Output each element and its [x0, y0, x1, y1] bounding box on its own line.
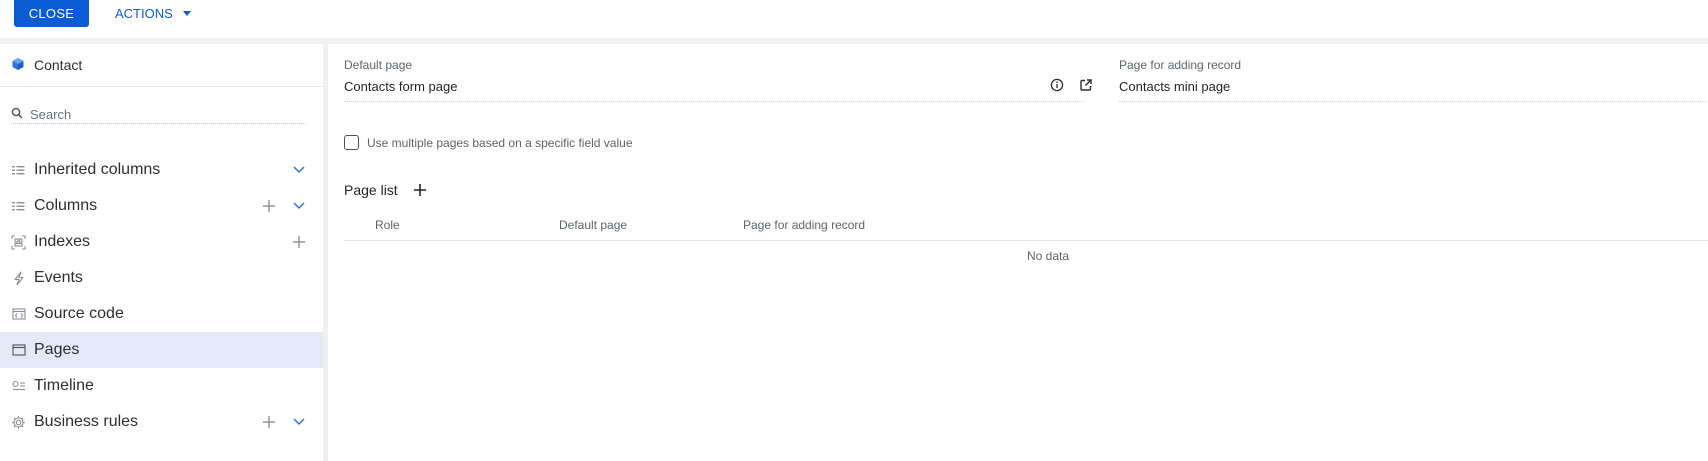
sidebar-item-pages[interactable]: Pages: [0, 332, 323, 368]
column-header-role[interactable]: Role: [375, 208, 400, 241]
index-icon: [11, 234, 26, 250]
default-page-field[interactable]: Default page Contacts form page: [344, 58, 1084, 102]
page-list-table-header: Role Default page Page for adding record: [344, 208, 1708, 241]
multiple-pages-label: Use multiple pages based on a specific f…: [367, 135, 633, 150]
caret-down-icon: [182, 11, 191, 16]
cube-icon: [11, 57, 25, 74]
lightning-icon: [11, 270, 26, 286]
adding-page-label: Page for adding record: [1119, 58, 1242, 72]
chevron-down-icon[interactable]: [291, 198, 307, 214]
sidebar-item-indexes[interactable]: Indexes: [0, 224, 323, 260]
close-button[interactable]: CLOSE: [14, 0, 89, 27]
sidebar-item-timeline[interactable]: Timeline: [0, 368, 323, 404]
open-link-icon[interactable]: [1078, 77, 1094, 93]
sidebar-item-label: Events: [34, 269, 83, 286]
sidebar-item-label: Timeline: [34, 377, 94, 394]
sidebar-item-label: Inherited columns: [34, 161, 161, 178]
sidebar-item-business-rules[interactable]: Business rules: [0, 404, 323, 440]
sidebar-item-label: Business rules: [34, 413, 139, 430]
list-icon: [11, 199, 26, 214]
sidebar-item-source-code[interactable]: Source code: [0, 296, 323, 332]
default-page-label: Default page: [344, 58, 413, 72]
gear-rules-icon: [11, 415, 26, 430]
search-icon: [11, 106, 23, 124]
empty-table-message: No data: [1026, 249, 1070, 263]
actions-button[interactable]: ACTIONS: [115, 0, 191, 27]
main-content: Default page Contacts form page Page for…: [328, 44, 1708, 461]
sidebar-item-events[interactable]: Events: [0, 260, 323, 296]
multiple-pages-checkbox[interactable]: [344, 135, 359, 150]
sidebar-item-label: Columns: [34, 197, 98, 214]
timeline-icon: [11, 379, 26, 394]
entity-header: Contact: [0, 44, 323, 87]
top-toolbar: CLOSE ACTIONS: [0, 0, 1708, 38]
page-list-title: Page list: [344, 182, 398, 198]
multiple-pages-option: Use multiple pages based on a specific f…: [344, 135, 633, 150]
adding-page-field[interactable]: Page for adding record Contacts mini pag…: [1119, 58, 1708, 102]
sidebar-item-label: Pages: [34, 341, 80, 358]
sidebar-item-label: Source code: [34, 305, 124, 322]
sidebar-item-label: Indexes: [34, 233, 91, 250]
plus-icon: [413, 184, 426, 196]
column-header-adding-page[interactable]: Page for adding record: [743, 208, 865, 241]
sidebar-item-inherited-columns[interactable]: Inherited columns: [0, 152, 323, 188]
code-icon: [11, 307, 26, 322]
plus-icon[interactable]: [261, 198, 277, 214]
chevron-down-icon[interactable]: [291, 414, 307, 430]
entity-name: Contact: [34, 57, 83, 73]
sidebar-item-columns[interactable]: Columns: [0, 188, 323, 224]
sidebar-nav: Inherited columns Columns Indexes Events…: [0, 152, 323, 440]
column-header-default-page[interactable]: Default page: [559, 208, 627, 241]
plus-icon[interactable]: [291, 234, 307, 250]
window-icon: [11, 343, 26, 358]
sidebar: Contact Inherited columns: [0, 44, 323, 461]
search-box: [11, 106, 306, 124]
page-list-header: Page list: [344, 182, 428, 198]
default-page-value: Contacts form page: [344, 78, 458, 94]
search-input[interactable]: [30, 106, 300, 123]
actions-button-label: ACTIONS: [115, 6, 173, 21]
chevron-down-icon[interactable]: [291, 162, 307, 178]
add-page-button[interactable]: [412, 182, 428, 198]
adding-page-value: Contacts mini page: [1119, 78, 1231, 94]
list-icon: [11, 163, 26, 178]
info-icon[interactable]: [1049, 77, 1065, 93]
plus-icon[interactable]: [261, 414, 277, 430]
